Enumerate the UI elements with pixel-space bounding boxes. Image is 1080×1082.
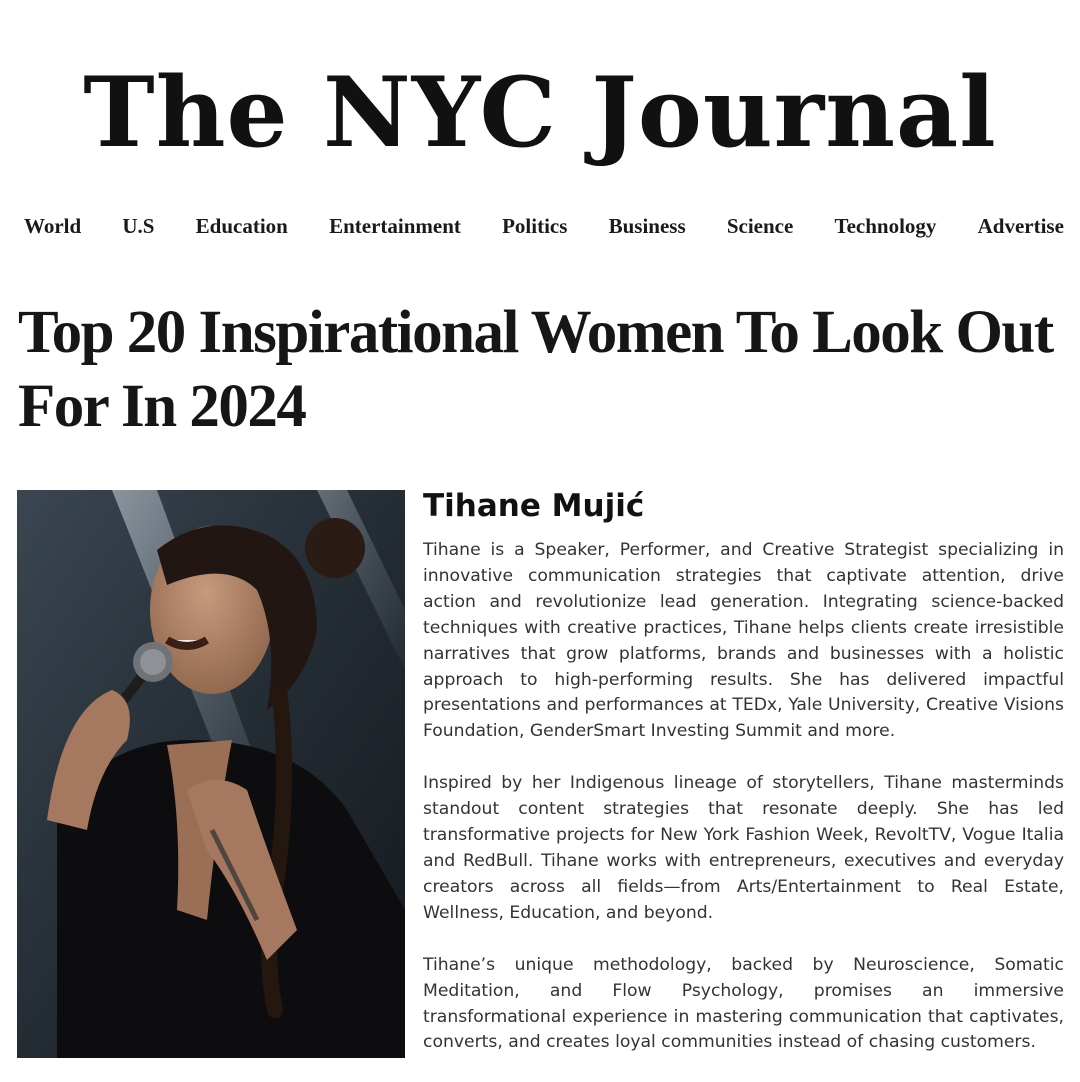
nav-item-politics[interactable]: Politics bbox=[502, 212, 567, 240]
article-paragraph: Tihane is a Speaker, Performer, and Crea… bbox=[423, 540, 1064, 742]
article-body: Tihane Mujić Tihane is a Speaker, Perfor… bbox=[423, 486, 1064, 1082]
article-paragraph: Inspired by her Indigenous lineage of st… bbox=[423, 773, 1064, 923]
nav-item-us[interactable]: U.S bbox=[122, 212, 154, 240]
article-paragraph: Tihane’s unique methodology, backed by N… bbox=[423, 954, 1064, 1053]
portrait-photo bbox=[17, 490, 405, 1058]
nav-item-world[interactable]: World bbox=[24, 212, 81, 240]
nav-item-advertise[interactable]: Advertise bbox=[978, 212, 1064, 240]
nav-item-business[interactable]: Business bbox=[609, 212, 686, 240]
masthead-logo[interactable]: The NYC Journal bbox=[0, 48, 1080, 178]
profile-name: Tihane Mujić bbox=[423, 488, 645, 524]
main-nav: World U.S Education Entertainment Politi… bbox=[24, 212, 1064, 240]
nav-item-technology[interactable]: Technology bbox=[835, 212, 937, 240]
nav-item-science[interactable]: Science bbox=[727, 212, 793, 240]
portrait-illustration bbox=[17, 490, 405, 1058]
nav-item-education[interactable]: Education bbox=[196, 212, 288, 240]
nav-item-entertainment[interactable]: Entertainment bbox=[329, 212, 461, 240]
article-headline: Top 20 Inspirational Women To Look Out F… bbox=[18, 299, 1054, 440]
